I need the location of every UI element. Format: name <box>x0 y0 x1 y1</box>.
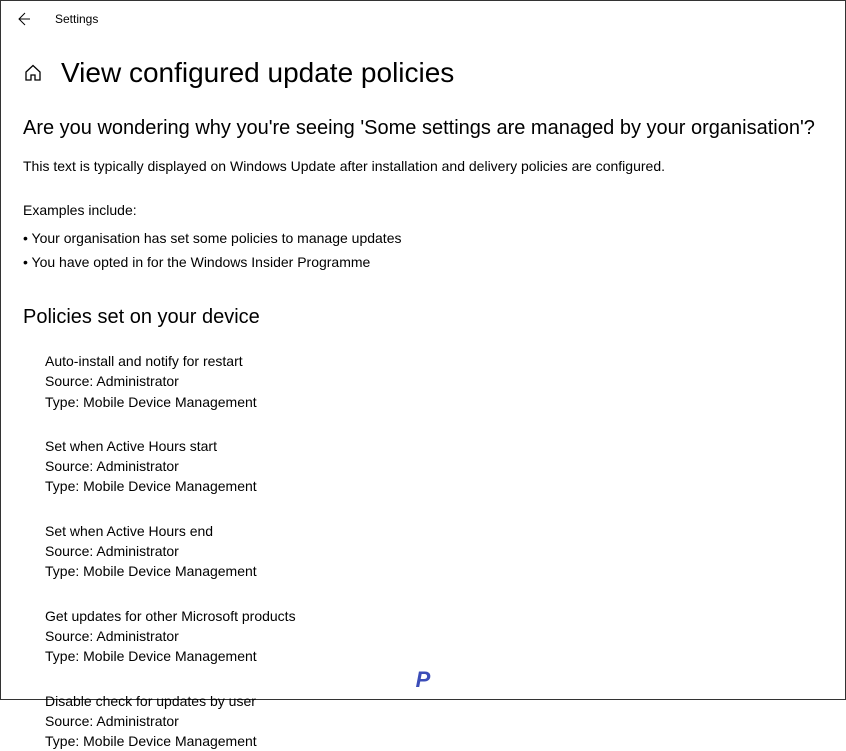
content-area: View configured update policies Are you … <box>1 37 845 751</box>
policy-name: Set when Active Hours end <box>45 521 823 541</box>
policy-source: Source: Administrator <box>45 711 823 731</box>
policy-type: Type: Mobile Device Management <box>45 561 823 581</box>
policy-item: Set when Active Hours start Source: Admi… <box>45 436 823 497</box>
examples-label: Examples include: <box>23 202 823 218</box>
policy-source: Source: Administrator <box>45 371 823 391</box>
policy-type: Type: Mobile Device Management <box>45 731 823 751</box>
home-icon[interactable] <box>23 63 43 83</box>
page-title: View configured update policies <box>61 57 454 89</box>
policies-section-heading: Policies set on your device <box>23 306 823 329</box>
policy-name: Set when Active Hours start <box>45 436 823 456</box>
watermark-logo: P <box>416 667 431 693</box>
back-arrow-icon[interactable] <box>15 11 31 27</box>
policy-type: Type: Mobile Device Management <box>45 646 823 666</box>
policy-item: Set when Active Hours end Source: Admini… <box>45 521 823 582</box>
app-title: Settings <box>55 12 98 26</box>
policy-name: Auto-install and notify for restart <box>45 351 823 371</box>
intro-question: Are you wondering why you're seeing 'Som… <box>23 117 823 140</box>
intro-description: This text is typically displayed on Wind… <box>23 158 823 174</box>
policy-name: Disable check for updates by user <box>45 691 823 711</box>
policy-source: Source: Administrator <box>45 456 823 476</box>
example-item: • You have opted in for the Windows Insi… <box>23 254 823 270</box>
policy-source: Source: Administrator <box>45 626 823 646</box>
example-text: Your organisation has set some policies … <box>32 230 402 246</box>
policy-name: Get updates for other Microsoft products <box>45 606 823 626</box>
example-item: • Your organisation has set some policie… <box>23 230 823 246</box>
policy-item: Auto-install and notify for restart Sour… <box>45 351 823 412</box>
policy-type: Type: Mobile Device Management <box>45 476 823 496</box>
policy-item: Get updates for other Microsoft products… <box>45 606 823 667</box>
policy-type: Type: Mobile Device Management <box>45 392 823 412</box>
titlebar: Settings <box>1 1 845 37</box>
heading-row: View configured update policies <box>23 57 823 89</box>
example-text: You have opted in for the Windows Inside… <box>32 254 371 270</box>
policy-source: Source: Administrator <box>45 541 823 561</box>
